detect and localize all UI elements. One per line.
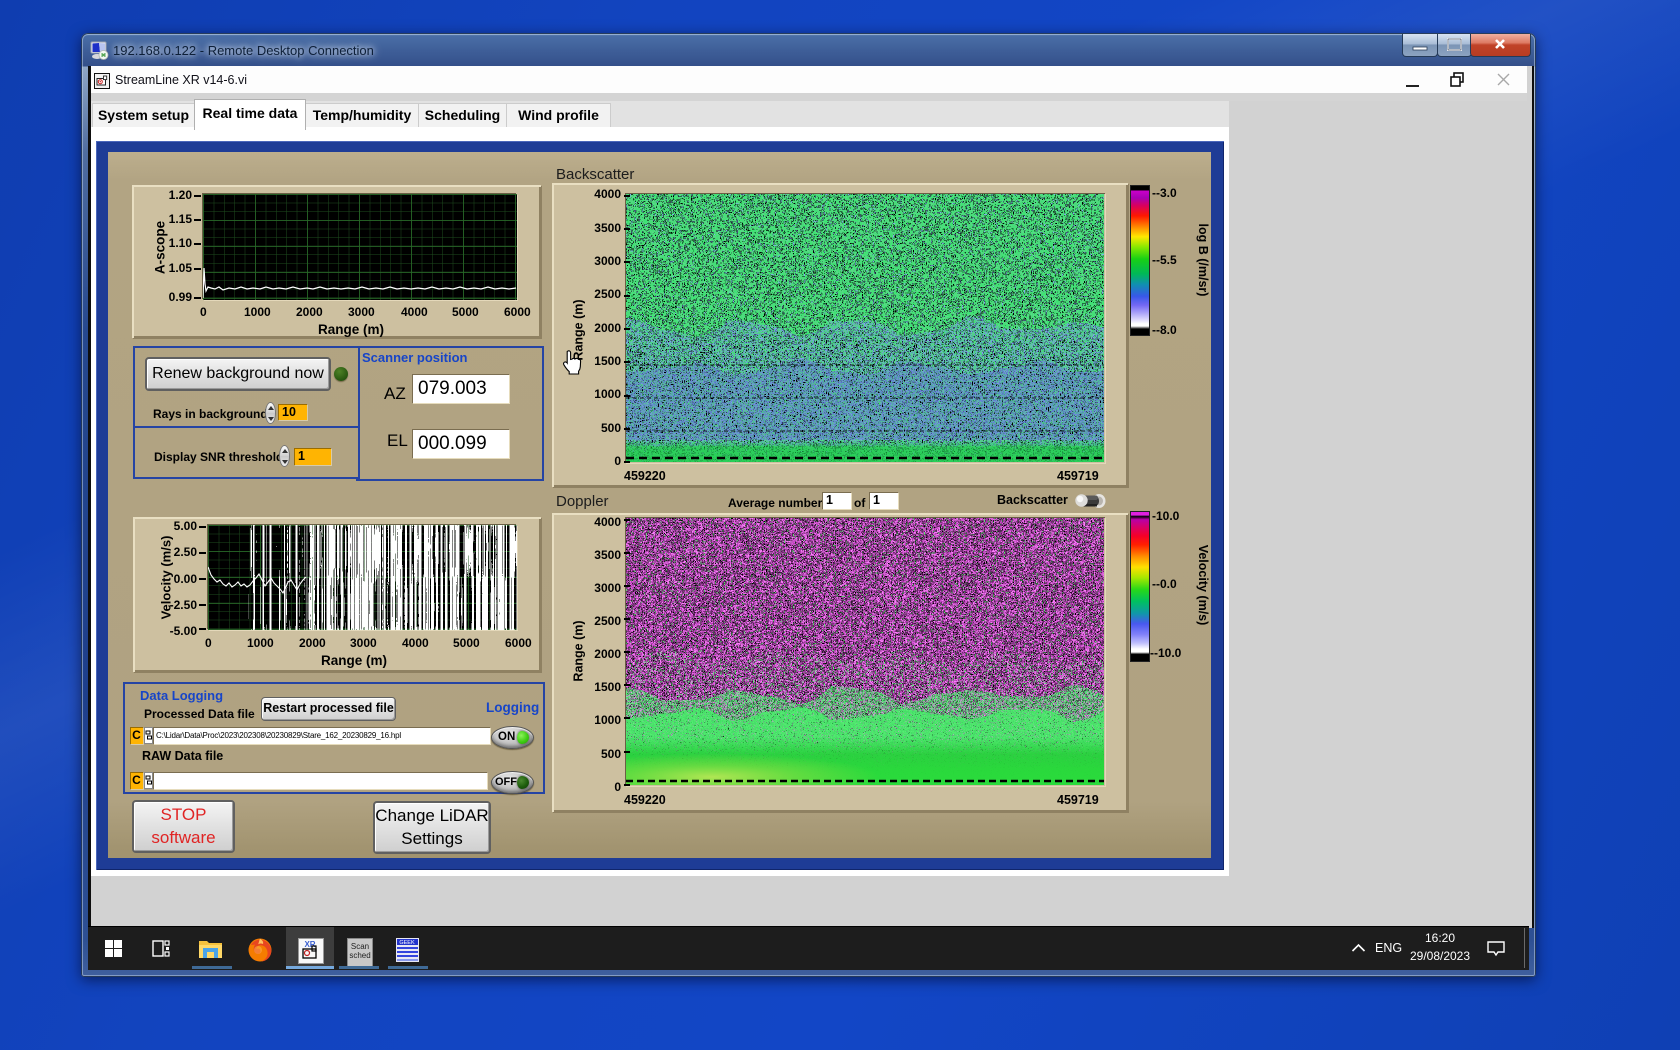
svg-text:XR: XR — [304, 940, 315, 949]
svg-text:GEEK: GEEK — [399, 940, 415, 946]
